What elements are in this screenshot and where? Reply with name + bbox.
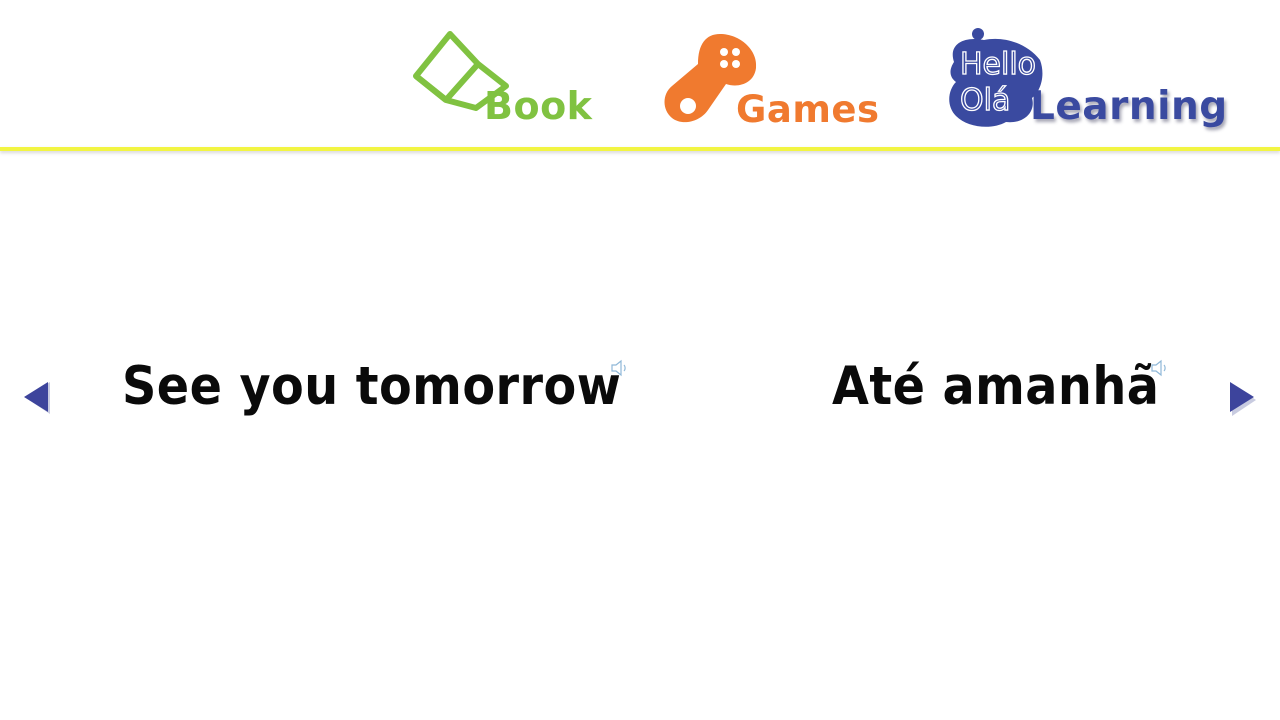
- triangle-left-icon[interactable]: [22, 380, 52, 416]
- english-phrase: See you tomorrow: [122, 356, 622, 417]
- nav-learning-label: Learning: [1030, 84, 1228, 129]
- nav-book-link[interactable]: Book: [410, 26, 593, 130]
- ola-text: Olá: [960, 83, 1010, 118]
- nav-games-label: Games: [736, 88, 880, 131]
- portuguese-phrase: Até amanhã: [832, 356, 1160, 417]
- nav-book-label: Book: [484, 84, 593, 128]
- page: Book Games Hello Olá Learning See you to…: [0, 0, 1280, 720]
- nav-games-link[interactable]: Games: [662, 30, 879, 131]
- nav-learning-link[interactable]: Hello Olá Learning: [944, 22, 1227, 138]
- speaker-icon[interactable]: [1150, 358, 1170, 378]
- hello-text: Hello: [960, 47, 1036, 82]
- triangle-right-icon[interactable]: [1228, 380, 1258, 416]
- speaker-icon[interactable]: [610, 358, 630, 378]
- header-divider: [0, 147, 1280, 151]
